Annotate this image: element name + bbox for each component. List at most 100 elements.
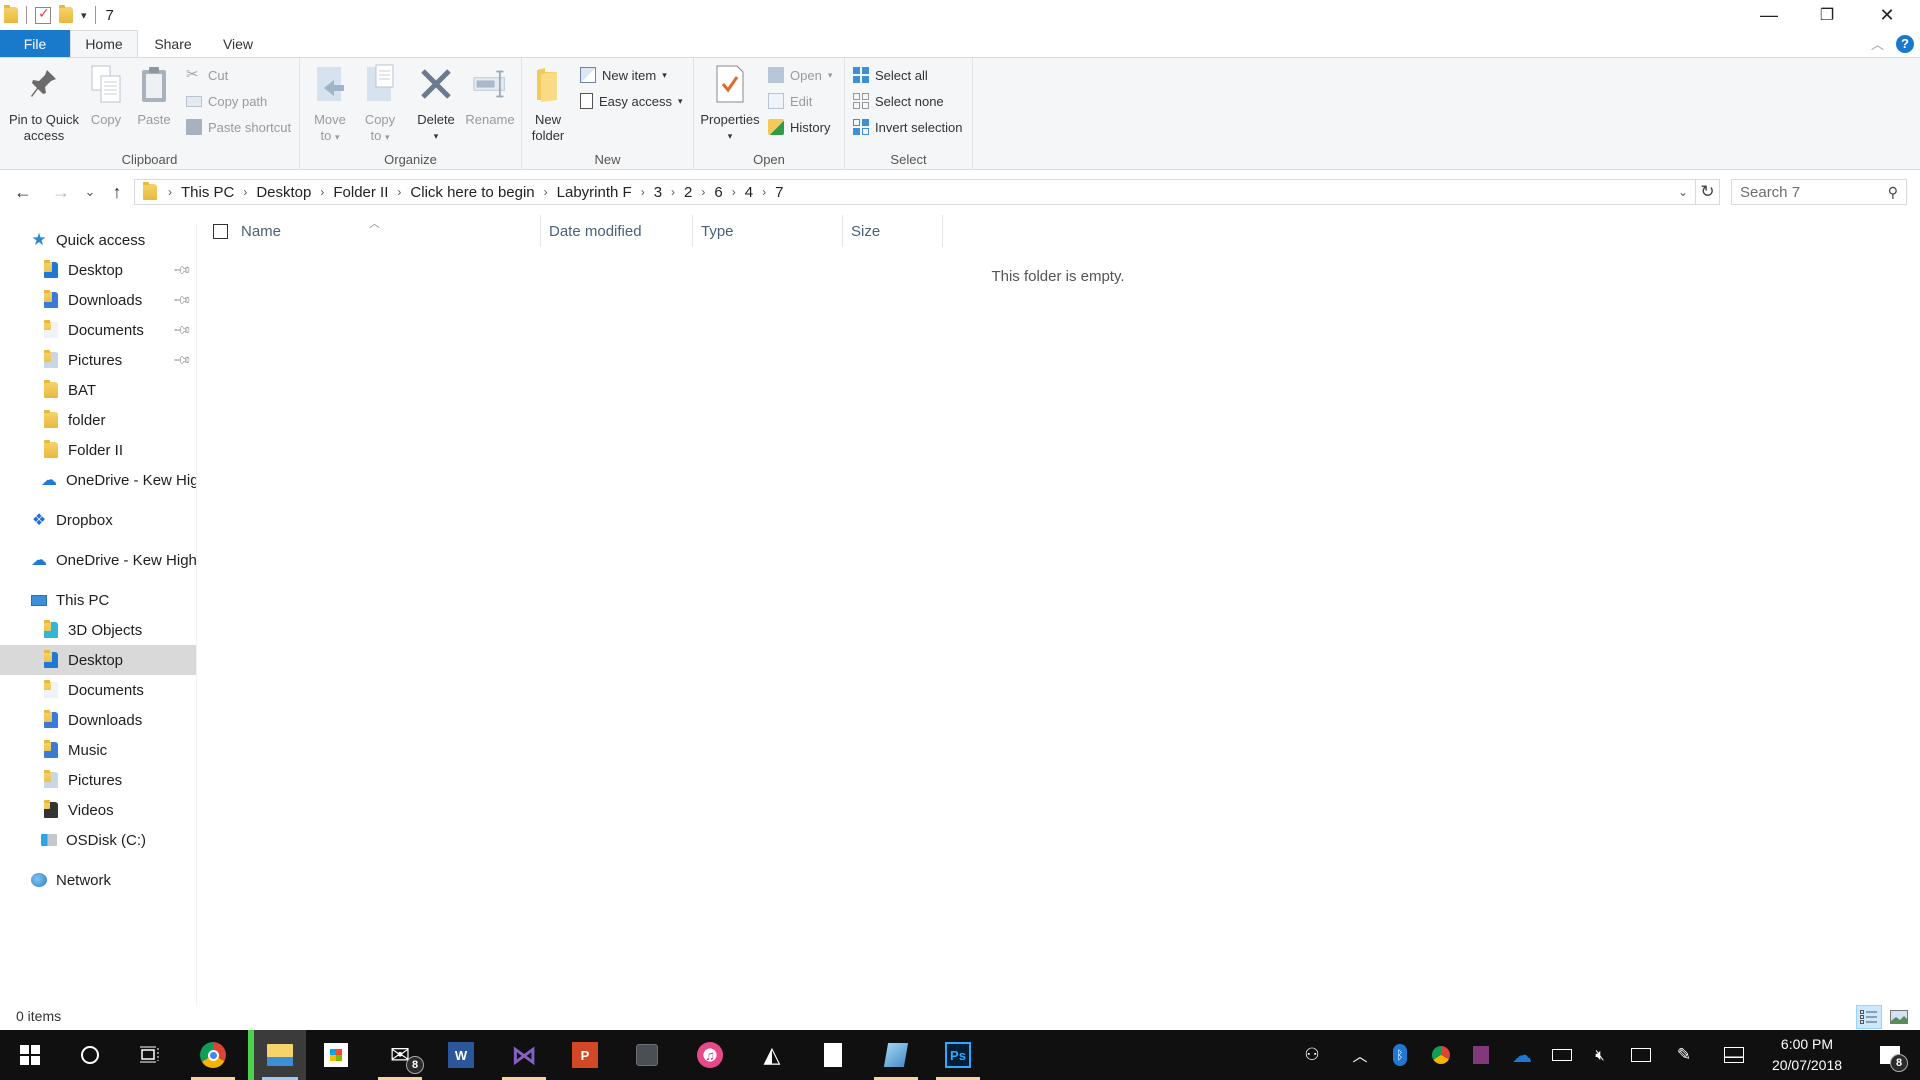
pin-icon[interactable]: 📌︎ (172, 290, 193, 311)
people-icon[interactable]: ⚇ (1296, 1030, 1328, 1080)
forward-button[interactable]: → (48, 177, 74, 207)
edit-button[interactable]: Edit (768, 90, 812, 112)
column-type[interactable]: Type (693, 215, 843, 247)
tab-view[interactable]: View (212, 30, 264, 57)
select-all-checkbox[interactable] (213, 224, 228, 239)
properties-dropdown-icon[interactable]: ▾ (728, 128, 733, 144)
breadcrumb-folder-ii[interactable]: Folder II (331, 184, 390, 201)
touchpad-icon[interactable] (1720, 1030, 1748, 1080)
sidebar-item-folder[interactable]: folder (0, 405, 196, 435)
tab-home[interactable]: Home (70, 30, 138, 57)
minimize-button[interactable]: — (1740, 0, 1798, 30)
tab-share[interactable]: Share (146, 30, 200, 57)
large-icons-view-button[interactable] (1886, 1005, 1912, 1029)
chevron-right-icon[interactable]: › (664, 185, 682, 199)
customize-qat-dropdown-icon[interactable]: ▾ (81, 9, 87, 22)
cut-button[interactable]: ✂ Cut (186, 64, 228, 86)
sidebar-item-quick-access[interactable]: ★ Quick access (0, 225, 196, 255)
sidebar-item-osdisk[interactable]: OSDisk (C:) (0, 825, 196, 855)
sidebar-item-pictures[interactable]: Pictures (0, 765, 196, 795)
breadcrumb-6[interactable]: 6 (712, 184, 724, 201)
pen-workspace-icon[interactable]: ✎ (1670, 1030, 1698, 1080)
pane-divider[interactable] (196, 225, 197, 1005)
breadcrumb-labyrinth-f[interactable]: Labyrinth F (555, 184, 634, 201)
column-size[interactable]: Size (843, 215, 943, 247)
refresh-button[interactable]: ↻ (1696, 179, 1720, 205)
chevron-right-icon[interactable]: › (161, 185, 179, 199)
taskbar-microsoft-store[interactable] (306, 1030, 366, 1080)
help-icon[interactable]: ? (1896, 34, 1914, 53)
taskbar-photoshop[interactable]: Ps (928, 1030, 988, 1080)
breadcrumb-7[interactable]: 7 (773, 184, 785, 201)
chevron-right-icon[interactable]: › (390, 185, 408, 199)
close-button[interactable]: ✕ (1858, 0, 1916, 30)
chevron-right-icon[interactable]: › (537, 185, 555, 199)
taskbar-itunes[interactable]: ♫ (680, 1030, 740, 1080)
sidebar-item-dropbox[interactable]: ❖ Dropbox (0, 505, 196, 535)
properties-qat-icon[interactable] (35, 5, 51, 24)
chevron-right-icon[interactable]: › (725, 185, 743, 199)
rename-button[interactable]: Rename (464, 64, 516, 128)
chevron-right-icon[interactable]: › (313, 185, 331, 199)
sidebar-item-downloads[interactable]: Downloads (0, 705, 196, 735)
network-tray-icon[interactable] (1626, 1030, 1656, 1080)
start-button[interactable] (0, 1030, 60, 1080)
sidebar-item-documents[interactable]: Documents (0, 675, 196, 705)
open-button[interactable]: Open ▾ (768, 64, 832, 86)
easy-access-button[interactable]: Easy access ▾ (580, 90, 683, 112)
sidebar-item-documents-quick[interactable]: Documents 📌︎ (0, 315, 196, 345)
collapse-ribbon-icon[interactable]: ︿ (1871, 34, 1884, 53)
taskbar-chrome[interactable] (183, 1030, 243, 1080)
copy-button[interactable]: Copy (84, 64, 128, 128)
recent-locations-button[interactable]: ⌄ (82, 177, 98, 207)
address-dropdown-icon[interactable]: ⌄ (1671, 180, 1695, 204)
select-none-button[interactable]: Select none (853, 90, 944, 112)
new-item-button[interactable]: New item ▾ (580, 64, 667, 86)
pin-icon[interactable]: 📌︎ (172, 320, 193, 341)
breadcrumb-2[interactable]: 2 (682, 184, 694, 201)
pin-icon[interactable]: 📌︎ (172, 350, 193, 371)
chevron-right-icon[interactable]: › (694, 185, 712, 199)
maximize-button[interactable]: ❐ (1798, 0, 1856, 30)
delete-dropdown-icon[interactable]: ▾ (434, 128, 439, 144)
breadcrumb-click-here-to-begin[interactable]: Click here to begin (408, 184, 536, 201)
copy-path-button[interactable]: Copy path (186, 90, 267, 112)
move-to-button[interactable]: Move to ▾ (310, 64, 350, 145)
history-button[interactable]: History (768, 116, 830, 138)
sidebar-item-videos[interactable]: Videos (0, 795, 196, 825)
onedrive-tray-icon[interactable]: ☁ (1508, 1030, 1536, 1080)
sidebar-item-music[interactable]: Music (0, 735, 196, 765)
search-icon[interactable]: ⚲ (1888, 184, 1898, 201)
cortana-button[interactable] (60, 1030, 120, 1080)
copy-to-button[interactable]: Copy to ▾ (360, 64, 400, 145)
taskbar-file-explorer[interactable] (248, 1030, 306, 1080)
action-center-button[interactable]: 8 (1868, 1030, 1912, 1080)
tab-file[interactable]: File (0, 30, 70, 57)
taskbar-powerpoint[interactable]: P (555, 1030, 615, 1080)
breadcrumb-3[interactable]: 3 (652, 184, 664, 201)
taskbar-app[interactable] (617, 1030, 677, 1080)
sidebar-item-folder-ii[interactable]: Folder II (0, 435, 196, 465)
new-folder-button[interactable]: New folder (528, 64, 568, 144)
breadcrumb-4[interactable]: 4 (743, 184, 755, 201)
taskbar-word[interactable]: W (431, 1030, 491, 1080)
breadcrumb-desktop[interactable]: Desktop (254, 184, 313, 201)
taskbar-visual-studio[interactable]: ⋈ (494, 1030, 554, 1080)
sidebar-item-this-pc[interactable]: This PC (0, 585, 196, 615)
bluetooth-icon[interactable]: ᛒ (1388, 1030, 1412, 1080)
sidebar-item-desktop[interactable]: Desktop (0, 645, 196, 675)
task-view-button[interactable] (120, 1030, 180, 1080)
sidebar-item-pictures-quick[interactable]: Pictures 📌︎ (0, 345, 196, 375)
battery-icon[interactable] (1548, 1030, 1576, 1080)
sidebar-item-network[interactable]: Network (0, 865, 196, 895)
search-box[interactable]: ⚲ (1731, 179, 1907, 205)
sidebar-item-3d-objects[interactable]: 3D Objects (0, 615, 196, 645)
paste-shortcut-button[interactable]: Paste shortcut (186, 116, 291, 138)
taskbar-file[interactable] (803, 1030, 863, 1080)
paste-button[interactable]: Paste (132, 64, 176, 128)
chevron-right-icon[interactable]: › (236, 185, 254, 199)
breadcrumb-this-pc[interactable]: This PC (179, 184, 236, 201)
taskbar-unity[interactable]: ◭ (742, 1030, 802, 1080)
pin-to-quick-access-button[interactable]: Pin to Quick access (6, 64, 82, 144)
onenote-clipper-icon[interactable] (1468, 1030, 1494, 1080)
